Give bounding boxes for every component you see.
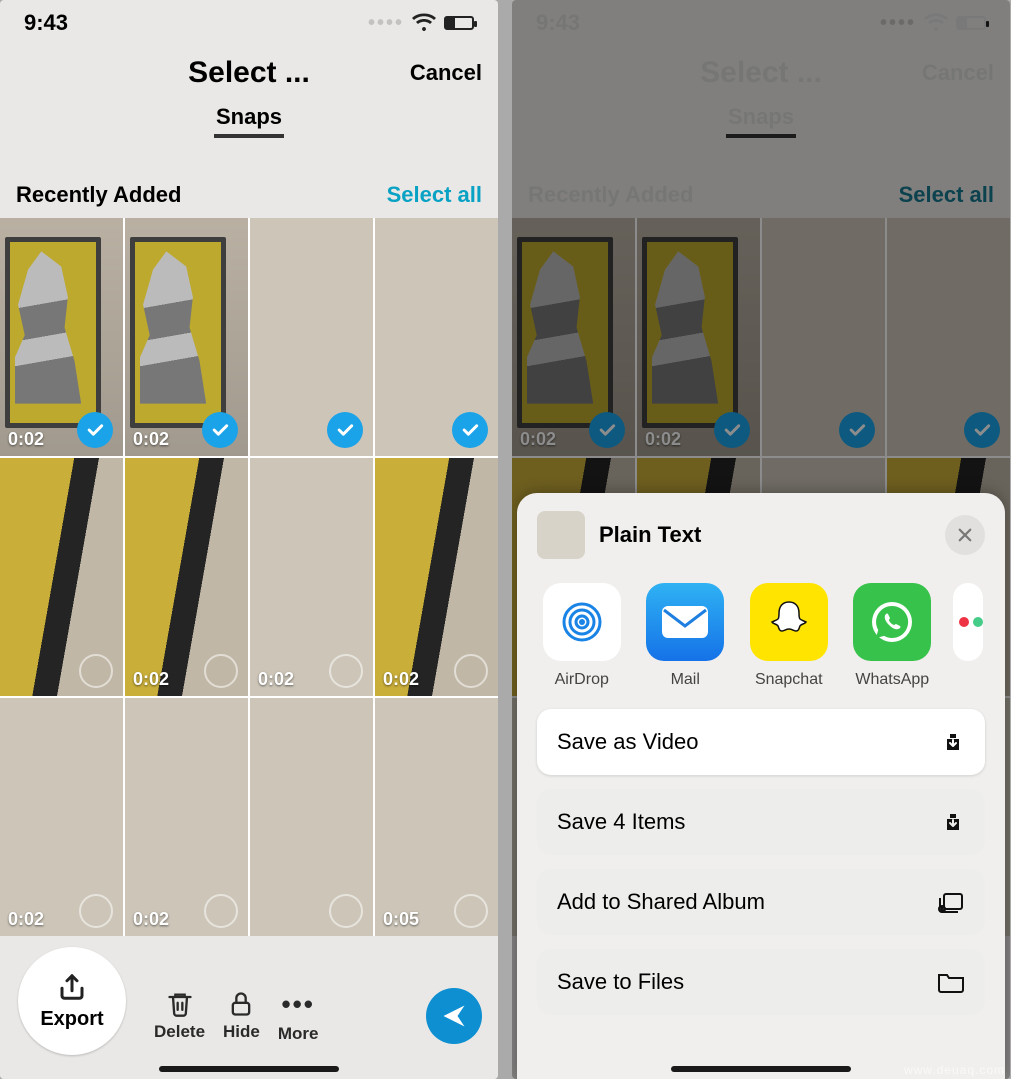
screenshot-left: 9:43 •••• Select ... Cancel Snaps Recent… bbox=[0, 0, 498, 1079]
select-all-button[interactable]: Select all bbox=[387, 182, 482, 208]
snap-cell[interactable] bbox=[250, 218, 373, 456]
share-apps: AirDrop Mail Snapchat WhatsApp bbox=[517, 579, 1005, 703]
export-icon bbox=[57, 972, 87, 1002]
trash-icon bbox=[166, 990, 194, 1018]
header: Select ... Cancel Snaps bbox=[0, 40, 498, 144]
download-box-icon bbox=[941, 730, 965, 754]
share-sheet: Plain Text AirDrop Mail Snapchat WhatsApp S… bbox=[517, 493, 1005, 1079]
action-label: Save 4 Items bbox=[557, 809, 685, 835]
watermark: www.deuaq.com bbox=[904, 1063, 1005, 1077]
unselected-ring-icon bbox=[454, 894, 488, 928]
snap-cell[interactable]: 0:02 bbox=[125, 458, 248, 696]
send-button[interactable] bbox=[426, 988, 482, 1044]
battery-icon bbox=[444, 16, 474, 30]
share-app-snapchat[interactable]: Snapchat bbox=[746, 583, 832, 689]
share-title: Plain Text bbox=[599, 522, 701, 548]
lock-icon bbox=[227, 990, 255, 1018]
selected-check-icon bbox=[452, 412, 488, 448]
share-app-airdrop[interactable]: AirDrop bbox=[539, 583, 625, 689]
unselected-ring-icon bbox=[79, 894, 113, 928]
action-save-items[interactable]: Save 4 Items bbox=[537, 789, 985, 855]
duration-label: 0:02 bbox=[258, 669, 294, 690]
cellular-dots-icon: •••• bbox=[368, 12, 404, 35]
share-app-mail[interactable]: Mail bbox=[643, 583, 729, 689]
more-label: More bbox=[278, 1024, 319, 1044]
snap-cell[interactable]: 0:02 bbox=[0, 698, 123, 936]
duration-label: 0:02 bbox=[8, 909, 44, 930]
export-label: Export bbox=[40, 1008, 103, 1031]
mail-icon bbox=[646, 583, 724, 661]
action-label: Save to Files bbox=[557, 969, 684, 995]
action-save-video[interactable]: Save as Video bbox=[537, 709, 985, 775]
cancel-button[interactable]: Cancel bbox=[410, 60, 482, 86]
duration-label: 0:02 bbox=[133, 429, 169, 450]
unselected-ring-icon bbox=[329, 654, 363, 688]
duration-label: 0:02 bbox=[133, 669, 169, 690]
delete-button[interactable]: Delete bbox=[154, 990, 205, 1042]
duration-label: 0:02 bbox=[383, 669, 419, 690]
close-button[interactable] bbox=[945, 515, 985, 555]
delete-label: Delete bbox=[154, 1022, 205, 1042]
home-indicator[interactable] bbox=[159, 1066, 339, 1072]
unselected-ring-icon bbox=[204, 894, 238, 928]
unselected-ring-icon bbox=[204, 654, 238, 688]
action-label: Add to Shared Album bbox=[557, 889, 765, 915]
toolbar: Export Delete Hide ••• More bbox=[0, 975, 498, 1079]
action-label: Save as Video bbox=[557, 729, 698, 755]
app-label: Snapchat bbox=[755, 671, 823, 689]
duration-label: 0:02 bbox=[8, 429, 44, 450]
action-shared-album[interactable]: Add to Shared Album bbox=[537, 869, 985, 935]
snap-cell[interactable] bbox=[0, 458, 123, 696]
share-thumbnail bbox=[537, 511, 585, 559]
snap-cell[interactable]: 0:02 bbox=[125, 698, 248, 936]
screenshot-right: 9:43 •••• Select ... Cancel Snaps Recent… bbox=[512, 0, 1010, 1079]
export-button[interactable]: Export bbox=[18, 947, 126, 1055]
snap-cell[interactable] bbox=[250, 698, 373, 936]
selected-check-icon bbox=[77, 412, 113, 448]
unselected-ring-icon bbox=[454, 654, 488, 688]
unselected-ring-icon bbox=[329, 894, 363, 928]
app-label: WhatsApp bbox=[855, 671, 929, 689]
app-label: Mail bbox=[671, 671, 700, 689]
shared-album-icon bbox=[937, 890, 965, 914]
snap-cell[interactable]: 0:02 bbox=[125, 218, 248, 456]
home-indicator[interactable] bbox=[671, 1066, 851, 1072]
snapchat-icon bbox=[750, 583, 828, 661]
share-app-whatsapp[interactable]: WhatsApp bbox=[850, 583, 936, 689]
whatsapp-icon bbox=[853, 583, 931, 661]
snap-cell[interactable]: 0:05 bbox=[375, 698, 498, 936]
app-label: AirDrop bbox=[555, 671, 609, 689]
snap-grid: 0:02 0:02 0:02 0:02 0:02 0:02 0:02 0:05 bbox=[0, 218, 498, 936]
selected-check-icon bbox=[327, 412, 363, 448]
more-icon: ••• bbox=[282, 989, 315, 1020]
duration-label: 0:02 bbox=[133, 909, 169, 930]
hide-label: Hide bbox=[223, 1022, 260, 1042]
section-label: Recently Added bbox=[16, 182, 181, 208]
send-icon bbox=[440, 1002, 468, 1030]
hide-button[interactable]: Hide bbox=[223, 990, 260, 1042]
snap-cell[interactable]: 0:02 bbox=[375, 458, 498, 696]
selected-check-icon bbox=[202, 412, 238, 448]
status-time: 9:43 bbox=[24, 10, 68, 36]
folder-icon bbox=[937, 971, 965, 993]
snap-cell[interactable]: 0:02 bbox=[0, 218, 123, 456]
action-save-files[interactable]: Save to Files bbox=[537, 949, 985, 1015]
more-button[interactable]: ••• More bbox=[278, 989, 319, 1044]
snap-cell[interactable]: 0:02 bbox=[250, 458, 373, 696]
duration-label: 0:05 bbox=[383, 909, 419, 930]
tab-snaps[interactable]: Snaps bbox=[214, 104, 284, 138]
close-icon bbox=[956, 526, 974, 544]
airdrop-icon bbox=[543, 583, 621, 661]
status-bar: 9:43 •••• bbox=[0, 0, 498, 40]
app-icon-more[interactable] bbox=[953, 583, 983, 661]
download-box-icon bbox=[941, 810, 965, 834]
wifi-icon bbox=[412, 13, 436, 33]
unselected-ring-icon bbox=[79, 654, 113, 688]
snap-cell[interactable] bbox=[375, 218, 498, 456]
